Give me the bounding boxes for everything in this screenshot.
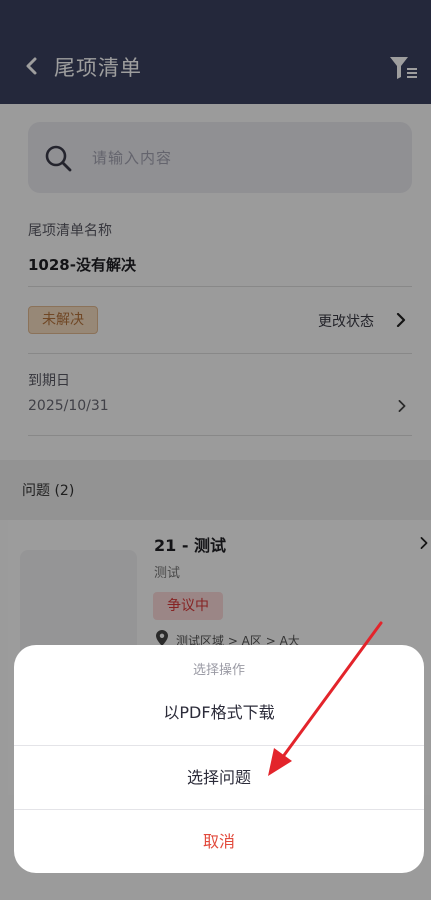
status-badge: 未解决 <box>28 306 98 334</box>
list-name-value: 1028-没有解决 <box>28 256 136 274</box>
issue-subtitle: 测试 <box>154 566 181 581</box>
list-name-label: 尾项清单名称 <box>28 223 112 239</box>
due-date-label: 到期日 <box>28 373 70 389</box>
issues-section-header: 问题 (2) <box>0 460 431 520</box>
due-date-value[interactable]: 2025/10/31 <box>28 398 109 414</box>
cancel-button[interactable]: 取消 <box>14 809 424 873</box>
search-placeholder: 请输入内容 <box>92 149 173 167</box>
back-icon[interactable] <box>22 56 42 76</box>
chevron-right-icon[interactable] <box>418 536 430 550</box>
divider <box>28 286 412 287</box>
change-status-button[interactable]: 更改状态 <box>318 311 374 331</box>
divider <box>28 435 412 436</box>
issues-title: 问题 (2) <box>22 483 75 499</box>
action-sheet-title: 选择操作 <box>192 663 245 678</box>
search-input[interactable]: 请输入内容 <box>28 122 412 193</box>
issue-thumbnail <box>20 550 137 660</box>
chevron-right-icon[interactable] <box>396 400 408 412</box>
chevron-right-icon[interactable] <box>394 313 408 327</box>
search-icon <box>45 145 72 172</box>
select-issue-option[interactable]: 选择问题 <box>14 745 424 809</box>
page-title: 尾项清单 <box>54 56 142 80</box>
filter-icon[interactable] <box>388 55 418 81</box>
action-sheet: 选择操作 以PDF格式下载 选择问题 取消 <box>14 645 424 873</box>
app-header: 尾项清单 <box>0 0 431 104</box>
issue-title: 21 - 测试 <box>154 536 227 555</box>
download-pdf-option[interactable]: 以PDF格式下载 <box>14 681 424 745</box>
location-pin-icon <box>156 630 168 646</box>
status-badge: 争议中 <box>153 592 223 620</box>
divider <box>28 353 412 354</box>
